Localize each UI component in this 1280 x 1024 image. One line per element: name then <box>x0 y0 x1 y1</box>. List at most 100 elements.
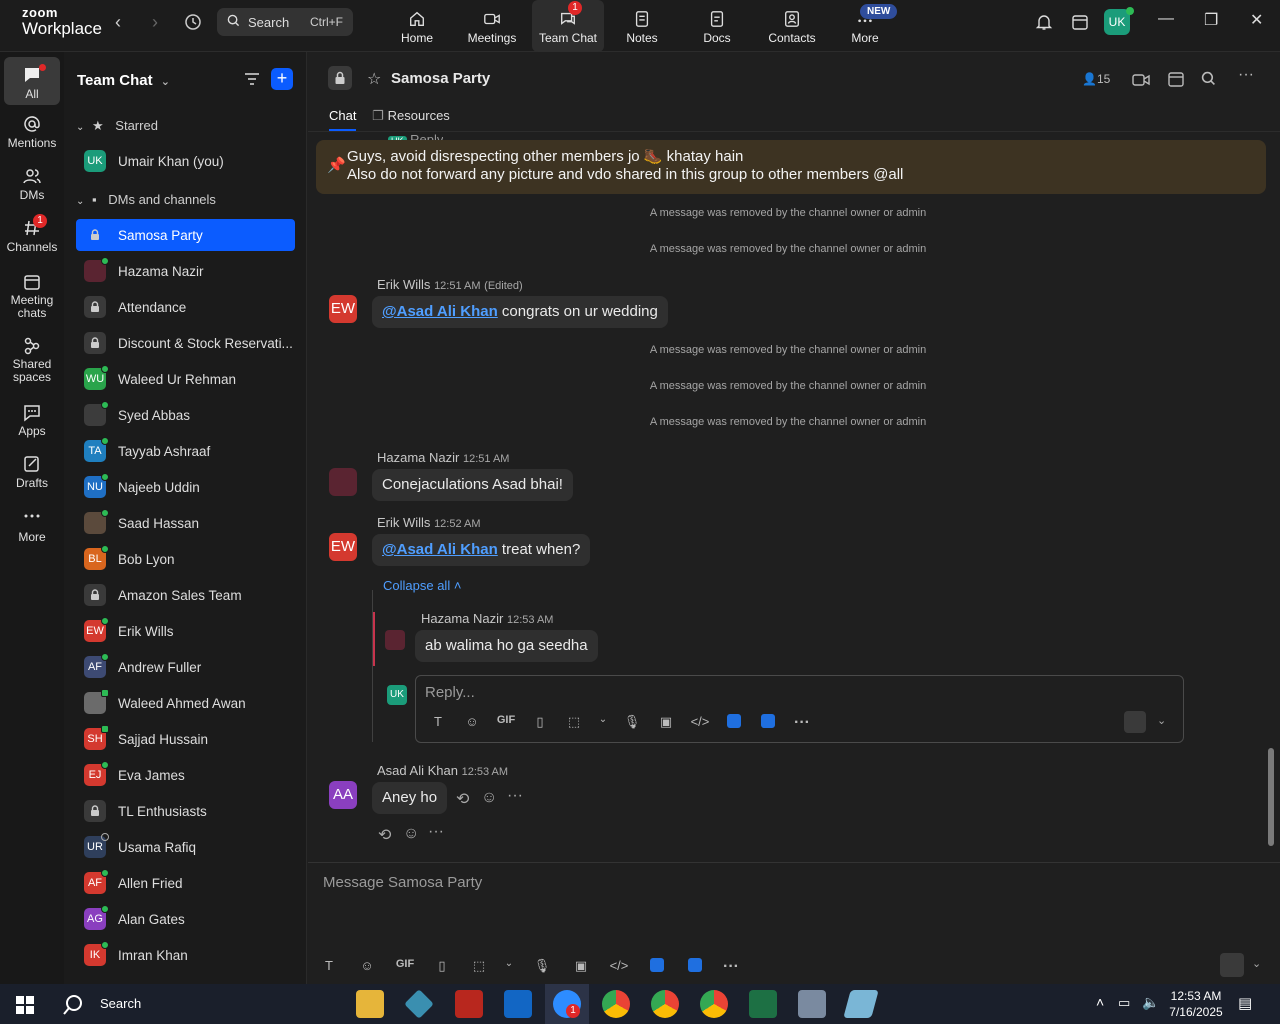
sidebar-dm[interactable]: SH Sajjad Hussain <box>76 723 295 755</box>
sidebar-dm[interactable]: Hazama Nazir <box>76 255 295 287</box>
more-actions-icon[interactable]: ··· <box>428 823 444 841</box>
chevron-up-icon[interactable]: ˄ <box>1096 994 1104 1010</box>
tab-meetings[interactable]: Meetings <box>456 0 528 52</box>
calculator-icon[interactable] <box>798 990 826 1018</box>
message-bubble[interactable]: Conejaculations Asad bhai! <box>372 469 573 501</box>
avatar[interactable] <box>329 468 357 496</box>
pinned-message[interactable]: 📌 Guys, avoid disrespecting other member… <box>316 140 1266 194</box>
rail-drafts[interactable]: Drafts <box>0 454 64 490</box>
section-dms-channels[interactable]: ⌄ ▪ DMs and channels <box>76 192 216 207</box>
reply-thread-icon[interactable]: ⟲ <box>378 825 391 845</box>
bell-icon[interactable] <box>1035 13 1053 36</box>
file-explorer-icon[interactable] <box>356 990 384 1018</box>
app-icon[interactable] <box>843 990 879 1018</box>
sidebar-dm[interactable]: UR Usama Rafiq <box>76 831 295 863</box>
file-icon[interactable]: ▯ <box>523 714 557 732</box>
minimize-icon[interactable]: — <box>1158 10 1174 28</box>
rail-more[interactable]: More <box>0 508 64 544</box>
volume-icon[interactable]: 🔈 <box>1142 994 1159 1011</box>
tab-notes[interactable]: Notes <box>606 0 678 52</box>
sender-name[interactable]: Hazama Nazir <box>421 611 503 626</box>
video-message-icon[interactable]: ▣ <box>649 714 683 732</box>
chevron-down-icon[interactable]: ⌄ <box>591 714 615 732</box>
chrome-icon[interactable] <box>651 990 679 1018</box>
sidebar-channel[interactable]: Attendance <box>76 291 295 323</box>
outlook-icon[interactable] <box>504 990 532 1018</box>
more-icon[interactable]: ··· <box>785 714 819 732</box>
tab-docs[interactable]: Docs <box>681 0 753 52</box>
collapse-all-button[interactable]: Collapse all ˄ <box>383 578 461 593</box>
code-icon[interactable]: </> <box>600 958 638 976</box>
search-input[interactable]: Search Ctrl+F <box>217 8 353 36</box>
rail-dms[interactable]: DMs <box>0 166 64 202</box>
sidebar-dm[interactable]: AF Allen Fried <box>76 867 295 899</box>
add-reaction-icon[interactable]: ☺ <box>403 825 419 843</box>
app-icon[interactable] <box>404 989 434 1019</box>
sidebar-dm[interactable]: Saad Hassan <box>76 507 295 539</box>
windows-start-icon[interactable] <box>16 996 34 1019</box>
sidebar-dm[interactable]: TA Tayyab Ashraaf <box>76 435 295 467</box>
sidebar-dm[interactable]: Syed Abbas <box>76 399 295 431</box>
more-actions-icon[interactable]: ··· <box>507 787 523 805</box>
sidebar-title[interactable]: Team Chat ⌄ <box>77 72 170 89</box>
clock[interactable]: 12:53 AM 7/16/2025 <box>1166 988 1226 1020</box>
gif-button[interactable]: GIF <box>388 958 422 976</box>
scrollbar[interactable] <box>1268 748 1274 846</box>
rail-apps[interactable]: Apps <box>0 402 64 438</box>
app-icon[interactable] <box>751 714 785 732</box>
network-icon[interactable]: ▭ <box>1118 995 1130 1011</box>
gif-button[interactable]: GIF <box>489 714 523 732</box>
history-icon[interactable] <box>183 12 203 37</box>
message-composer[interactable]: Message Samosa Party T ☺ GIF ▯ ⬚ ⌄ 🎙 ▣ <… <box>308 863 1280 984</box>
chrome-icon[interactable] <box>700 990 728 1018</box>
sidebar-dm[interactable]: NU Najeeb Uddin <box>76 471 295 503</box>
new-chat-button[interactable]: + <box>271 68 293 90</box>
emoji-icon[interactable]: ☺ <box>346 958 388 976</box>
file-icon[interactable]: ▯ <box>422 958 462 976</box>
code-icon[interactable]: </> <box>683 714 717 732</box>
chrome-icon[interactable] <box>602 990 630 1018</box>
message-bubble[interactable]: ab walima ho ga seedha <box>415 630 598 662</box>
channel-title[interactable]: Samosa Party <box>391 70 490 87</box>
video-call-icon[interactable] <box>1132 72 1150 93</box>
filter-icon[interactable] <box>244 72 260 91</box>
search-icon[interactable] <box>1201 71 1216 91</box>
rail-mentions[interactable]: Mentions <box>0 114 64 150</box>
format-text-icon[interactable]: T <box>312 958 346 976</box>
message-bubble[interactable]: @Asad Ali Khan treat when? <box>372 534 591 566</box>
chevron-down-icon[interactable]: ⌄ <box>1252 957 1261 970</box>
schedule-icon[interactable] <box>1167 70 1185 93</box>
format-text-icon[interactable]: T <box>421 714 455 732</box>
sidebar-dm[interactable]: EW Erik Wills <box>76 615 295 647</box>
sidebar-dm[interactable]: BL Bob Lyon <box>76 543 295 575</box>
reply-thread-icon[interactable]: ⟲ <box>456 789 469 809</box>
chevron-down-icon[interactable]: ⌄ <box>496 958 522 976</box>
excel-icon[interactable] <box>749 990 777 1018</box>
sidebar-dm[interactable]: IK Imran Khan <box>76 939 295 971</box>
taskbar-search-label[interactable]: Search <box>100 996 141 1011</box>
tab-home[interactable]: Home <box>381 0 453 52</box>
sender-name[interactable]: Asad Ali Khan <box>377 763 458 778</box>
app-icon[interactable] <box>717 714 751 732</box>
more-options-icon[interactable]: ··· <box>1238 66 1254 84</box>
sidebar-dm[interactable]: Waleed Ahmed Awan <box>76 687 295 719</box>
tab-chat[interactable]: Chat <box>329 108 357 131</box>
sidebar-item-self[interactable]: UK Umair Khan (you) <box>76 145 295 177</box>
avatar[interactable]: AA <box>329 781 357 809</box>
sidebar-channel[interactable]: TL Enthusiasts <box>76 795 295 827</box>
more-icon[interactable]: ··· <box>714 958 748 976</box>
tab-contacts[interactable]: Contacts <box>756 0 828 52</box>
sidebar-channel[interactable]: Amazon Sales Team <box>76 579 295 611</box>
members-button[interactable]: 👤15 <box>1082 72 1110 86</box>
mention-link[interactable]: @Asad Ali Khan <box>382 541 498 558</box>
message-bubble[interactable]: Aney ho <box>372 782 448 814</box>
rail-shared-spaces[interactable]: Shared spaces <box>0 336 64 384</box>
rail-all[interactable]: All <box>4 57 60 105</box>
app-icon[interactable] <box>638 958 676 976</box>
microphone-icon[interactable]: 🎙 <box>522 958 562 976</box>
app-icon[interactable] <box>676 958 714 976</box>
video-message-icon[interactable]: ▣ <box>562 958 600 976</box>
sidebar-channel[interactable]: Samosa Party <box>76 219 295 251</box>
screenshot-icon[interactable]: ⬚ <box>557 714 591 732</box>
mention-link[interactable]: @Asad Ali Khan <box>382 303 498 320</box>
